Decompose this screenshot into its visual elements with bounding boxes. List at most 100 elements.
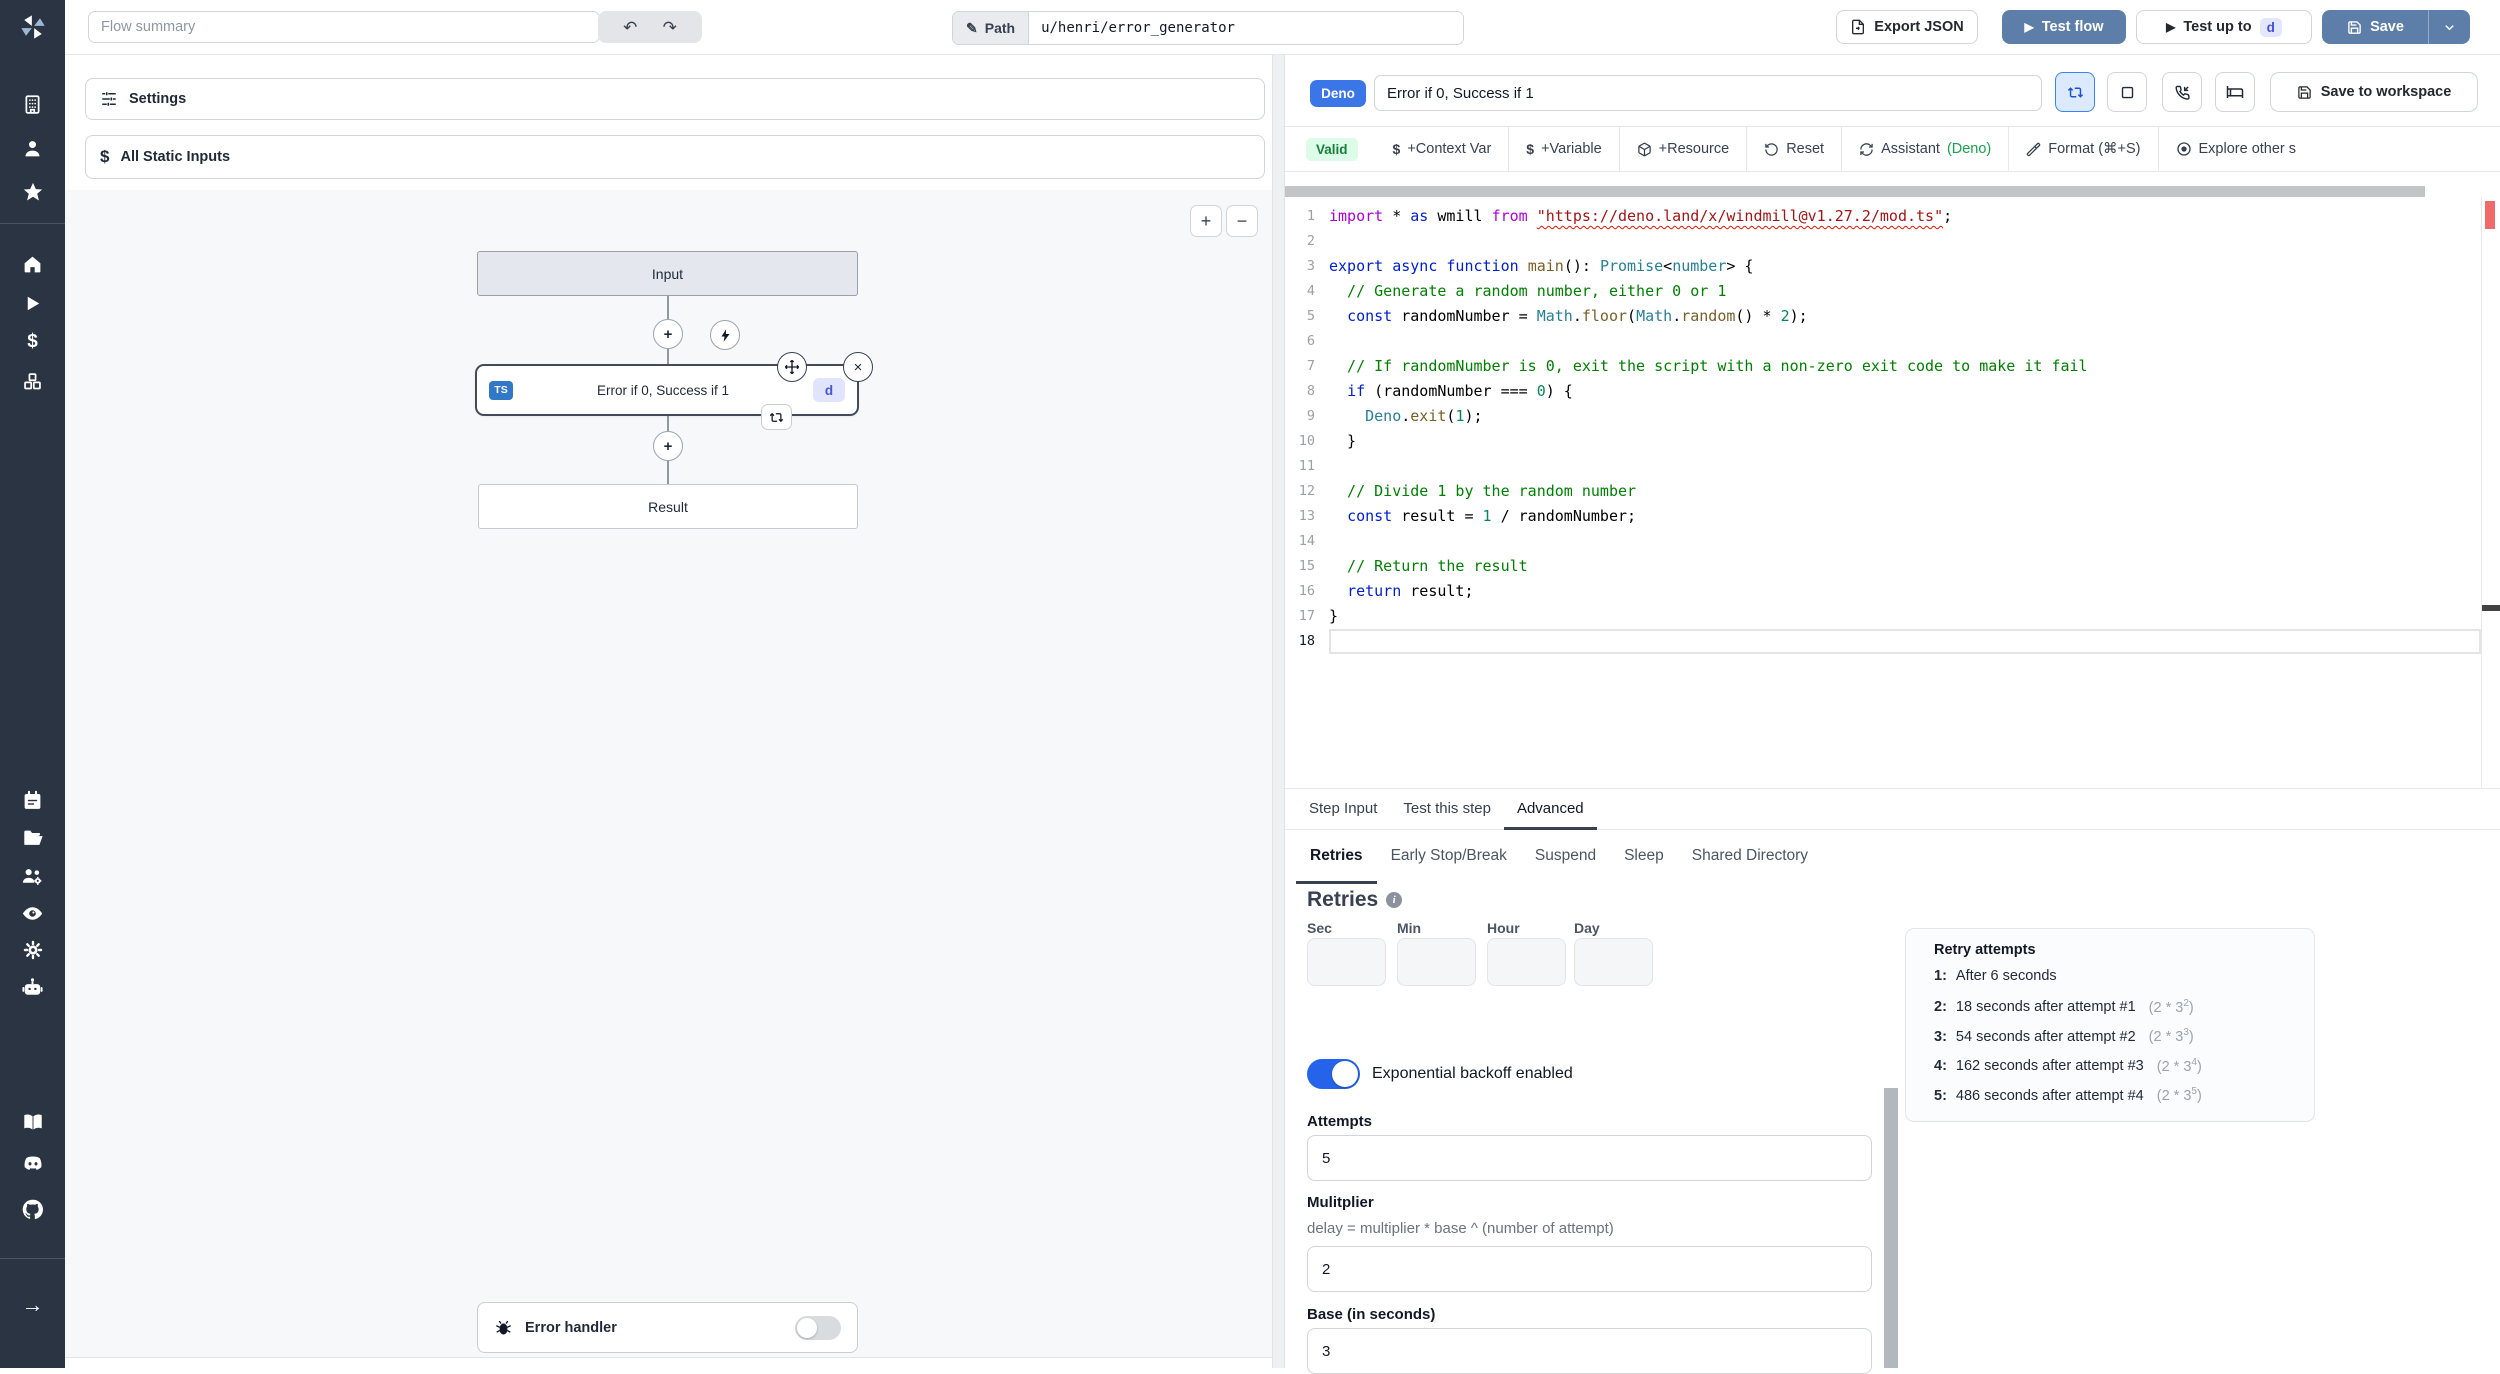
code-line[interactable]: 4 // Generate a random number, either 0 … xyxy=(1285,279,2481,304)
code-line[interactable]: 1 import * as wmill from "https://deno.la… xyxy=(1285,204,2481,229)
code-line[interactable]: 6 xyxy=(1285,329,2481,354)
add-variable-button[interactable]: $ +Variable xyxy=(1509,141,1618,157)
add-step-button[interactable]: + xyxy=(653,319,683,349)
sidebar-item-groups[interactable] xyxy=(12,859,53,893)
undo-icon[interactable]: ↶ xyxy=(623,19,637,36)
flow-node-input[interactable]: Input xyxy=(477,251,858,296)
tab-suspend[interactable]: Suspend xyxy=(1521,830,1610,884)
sidebar-item-settings[interactable] xyxy=(12,933,53,967)
code-line[interactable]: 7 // If randomNumber is 0, exit the scri… xyxy=(1285,354,2481,379)
code-line[interactable]: 14 xyxy=(1285,529,2481,554)
code-line[interactable]: 11 xyxy=(1285,454,2481,479)
path-input[interactable] xyxy=(1029,12,1463,44)
step-tabs: Step Input Test this step Advanced xyxy=(1285,788,2500,830)
multiplier-input[interactable] xyxy=(1307,1246,1872,1292)
step-title-input[interactable] xyxy=(1374,75,2042,111)
zoom-out-button[interactable]: − xyxy=(1226,205,1258,237)
code-line[interactable]: 12 // Divide 1 by the random number xyxy=(1285,479,2481,504)
min-input[interactable] xyxy=(1397,938,1476,986)
hour-input[interactable] xyxy=(1487,938,1566,986)
sidebar-item-runs[interactable] xyxy=(12,286,53,320)
sidebar-item-home[interactable] xyxy=(12,247,53,281)
tab-retries[interactable]: Retries xyxy=(1296,830,1377,884)
tab-early-stop-break[interactable]: Early Stop/Break xyxy=(1377,830,1521,884)
exponential-backoff-toggle[interactable] xyxy=(1307,1059,1360,1089)
error-handler-node[interactable]: Error handler xyxy=(477,1302,858,1353)
base-input[interactable] xyxy=(1307,1328,1872,1374)
sidebar-item-workspace[interactable] xyxy=(12,87,53,121)
code-line[interactable]: 13 const result = 1 / randomNumber; xyxy=(1285,504,2481,529)
redo-icon[interactable]: ↷ xyxy=(663,19,677,36)
delete-step-button[interactable]: × xyxy=(843,352,873,382)
assistant-button[interactable]: Assistant (Deno) xyxy=(1842,141,2008,157)
sidebar-item-favorites[interactable] xyxy=(12,175,53,209)
code-line[interactable]: 8 if (randomNumber === 0) { xyxy=(1285,379,2481,404)
sidebar-item-resources[interactable] xyxy=(12,364,53,398)
format-button[interactable]: Format (⌘+S) xyxy=(2009,141,2157,157)
reset-button[interactable]: Reset xyxy=(1747,141,1841,157)
code-editor[interactable]: 1 import * as wmill from "https://deno.la… xyxy=(1285,197,2481,788)
export-json-button[interactable]: Export JSON xyxy=(1836,10,1978,44)
sidebar-item-schedules[interactable] xyxy=(12,783,53,817)
bug-icon xyxy=(496,1320,511,1335)
trigger-button[interactable] xyxy=(710,320,740,350)
sidebar-item-audit[interactable] xyxy=(12,896,53,930)
day-input[interactable] xyxy=(1574,938,1653,986)
code-line[interactable]: 2 xyxy=(1285,229,2481,254)
sec-input[interactable] xyxy=(1307,938,1386,986)
flow-summary-input[interactable] xyxy=(88,11,600,43)
code-line[interactable]: 5 const randomNumber = Math.floor(Math.r… xyxy=(1285,304,2481,329)
code-line[interactable]: 10 } xyxy=(1285,429,2481,454)
test-flow-button[interactable]: ▶ Test flow xyxy=(2002,10,2126,44)
move-step-button[interactable] xyxy=(777,352,807,382)
tab-advanced[interactable]: Advanced xyxy=(1503,789,1597,830)
test-up-to-button[interactable]: ▶ Test up to d xyxy=(2136,10,2312,44)
retry-attempt-row: 3: 54 seconds after attempt #2 (2 * 33) xyxy=(1934,1027,2194,1045)
code-line[interactable]: 3 export async function main(): Promise<n… xyxy=(1285,254,2481,279)
add-resource-button[interactable]: +Resource xyxy=(1620,141,1747,157)
code-line[interactable]: 17} xyxy=(1285,604,2481,629)
code-line[interactable]: 15 // Return the result xyxy=(1285,554,2481,579)
explore-scripts-button[interactable]: Explore other s xyxy=(2159,141,2314,157)
sidebar-item-discord[interactable] xyxy=(12,1147,53,1181)
windmill-logo[interactable] xyxy=(0,0,65,54)
sidebar-item-folders[interactable] xyxy=(12,821,53,855)
tab-sleep[interactable]: Sleep xyxy=(1610,830,1678,884)
sidebar-item-workers[interactable] xyxy=(12,970,53,1004)
zoom-in-button[interactable]: + xyxy=(1190,205,1222,237)
sleep-indicator-button[interactable] xyxy=(2215,72,2255,112)
save-to-workspace-button[interactable]: Save to workspace xyxy=(2270,72,2478,112)
flow-settings-button[interactable]: Settings xyxy=(85,78,1265,120)
pane-resize-handle[interactable] xyxy=(1272,54,1285,1368)
early-stop-indicator-button[interactable] xyxy=(2107,72,2147,112)
attempts-input[interactable] xyxy=(1307,1135,1872,1181)
error-handler-toggle[interactable] xyxy=(795,1315,841,1340)
sidebar-item-variables[interactable]: $ xyxy=(12,325,53,359)
topbar: ↶ ↷ ✎ Path Export JSON ▶ Test flow ▶ Tes… xyxy=(65,0,2500,55)
code-line[interactable]: 16 return result; xyxy=(1285,579,2481,604)
sidebar-collapse-button[interactable]: → xyxy=(12,1288,53,1322)
info-icon[interactable]: i xyxy=(1386,892,1403,908)
retry-indicator-button[interactable] xyxy=(761,404,792,430)
advanced-scrollbar-thumb[interactable] xyxy=(1884,1088,1898,1368)
sidebar-item-user[interactable] xyxy=(12,131,53,165)
save-dropdown-button[interactable] xyxy=(2429,11,2469,43)
building-icon xyxy=(25,94,40,114)
flow-node-result[interactable]: Result xyxy=(478,484,858,529)
code-line[interactable]: 18 xyxy=(1285,629,2481,654)
flow-canvas[interactable]: + − Input + TS Error if 0, Success if 1 … xyxy=(65,190,1272,1358)
editor-horizontal-scrollbar[interactable] xyxy=(1285,186,2425,197)
tab-test-this-step[interactable]: Test this step xyxy=(1390,789,1504,830)
retries-indicator-button[interactable] xyxy=(2055,72,2095,112)
path-label[interactable]: ✎ Path xyxy=(953,12,1030,44)
save-button[interactable]: Save xyxy=(2323,11,2428,43)
sidebar-item-docs[interactable] xyxy=(12,1105,53,1139)
suspend-indicator-button[interactable] xyxy=(2162,72,2202,112)
tab-step-input[interactable]: Step Input xyxy=(1296,789,1390,830)
code-line[interactable]: 9 Deno.exit(1); xyxy=(1285,404,2481,429)
tab-shared-directory[interactable]: Shared Directory xyxy=(1678,830,1822,884)
add-context-var-button[interactable]: $ +Context Var xyxy=(1376,141,1509,157)
sidebar-item-github[interactable] xyxy=(12,1192,53,1226)
all-static-inputs-button[interactable]: $ All Static Inputs xyxy=(85,135,1265,179)
add-step-button[interactable]: + xyxy=(653,431,683,461)
